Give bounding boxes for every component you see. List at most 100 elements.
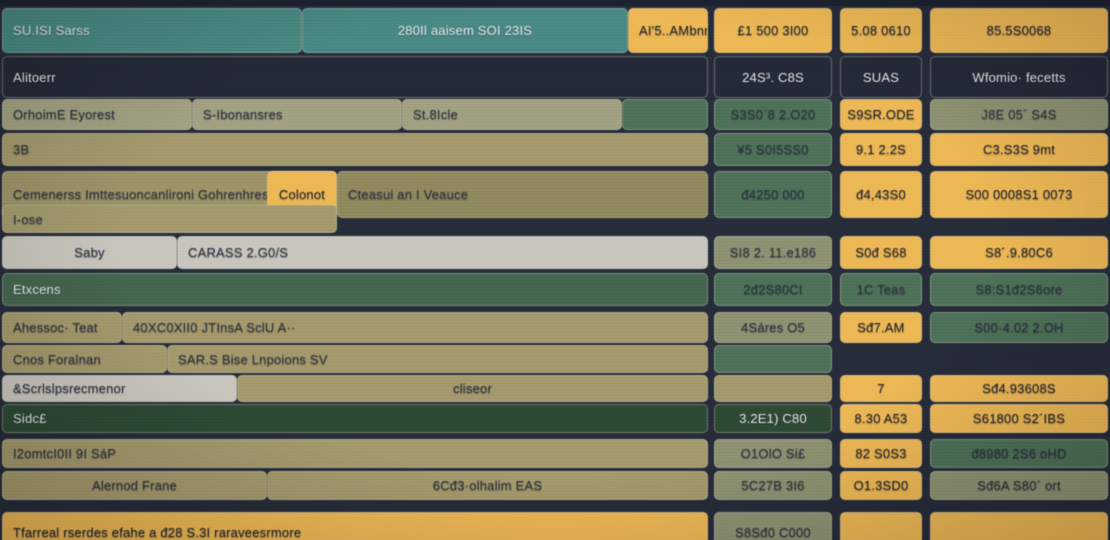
table-row[interactable]: Cnos Foralnan SAR.S Bise Lnpoions SV: [0, 345, 1110, 373]
table-cell[interactable]: S8Sđ0 C000: [714, 512, 832, 540]
table-cell[interactable]: £1 500 3I00: [714, 8, 832, 53]
table-cell[interactable]: [714, 345, 832, 373]
table-cell[interactable]: 1C Teas: [840, 273, 922, 306]
cell-label: SU.ISI Sarss: [13, 23, 90, 38]
table-row[interactable]: I2omtcI0II 9I SáP O1OlO Si£ 82 S0S3 đ8980 2…: [0, 439, 1110, 468]
cell-label: Tfarreal rserdes efahe a đ28 S.3I rarave…: [13, 524, 302, 540]
table-cell[interactable]: S-Ibonansres: [192, 99, 402, 130]
table-cell[interactable]: Tfarreal rserdes efahe a đ28 S.3I rarave…: [2, 512, 708, 540]
table-cell[interactable]: SU.ISI Sarss: [2, 8, 302, 53]
table-cell[interactable]: OrhoimE Eyorest: [2, 99, 192, 130]
cell-value: 7: [877, 381, 885, 396]
table-cell[interactable]: Sđ7.AM: [840, 312, 922, 343]
cell-value: SI8 2. 11.e186: [729, 245, 817, 260]
table-cell[interactable]: 2đ2S80CI: [714, 273, 832, 306]
table-cell[interactable]: 5С27B 3I6: [714, 471, 832, 500]
table-cell[interactable]: 6Cđ3·olhalim EAS: [267, 471, 708, 500]
table-cell[interactable]: [622, 99, 708, 130]
table-cell[interactable]: 82 S0S3: [840, 439, 922, 468]
table-row[interactable]: Ahessoc· Teat 40XC0XII0 JTInsA SclU A·· 4S…: [0, 312, 1110, 343]
table-cell[interactable]: 9.1 2.2S: [840, 133, 922, 166]
table-row[interactable]: Saby CARASS 2.G0/S SI8 2. 11.e186 S0đ S68 S8…: [0, 236, 1110, 269]
table-cell[interactable]: cliseor: [237, 375, 708, 402]
table-row[interactable]: Etxcens 2đ2S80CI 1C Teas S8:S1đ2S6ore: [0, 273, 1110, 306]
table-cell[interactable]: I-ose: [2, 205, 337, 233]
cell-label: 280Il aaisem SOI 23IS: [397, 23, 533, 38]
cell-label: AI'5..AMbnreveate: [639, 23, 707, 38]
cell-label: Etxcens: [13, 282, 61, 297]
cell-value: 4Sáres O5: [741, 320, 805, 335]
cell-value: S8:S1đ2S6ore: [975, 282, 1063, 297]
table-cell[interactable]: 3.2E1) C80: [714, 404, 832, 433]
table-row[interactable]: Sidc£ 3.2E1) C80 8.30 A53 S61800 S2´IBS: [0, 404, 1110, 433]
cell-value: 3.2E1) C80: [739, 411, 807, 426]
table-row[interactable]: I-ose: [0, 205, 1110, 233]
table-cell[interactable]: 4Sáres O5: [714, 312, 832, 343]
cell-label: Alernod Frane: [92, 478, 177, 493]
table-cell[interactable]: 280Il aaisem SOI 23IS: [302, 8, 628, 53]
table-cell[interactable]: I2omtcI0II 9I SáP: [2, 439, 708, 468]
table-cell[interactable]: Sđ6A S80´ ort: [930, 471, 1108, 500]
cell-value: 24S³. C8S: [742, 69, 804, 85]
table-cell[interactable]: S3S0ˈ8 2.O20: [714, 99, 832, 130]
table-cell[interactable]: Saby: [2, 236, 177, 269]
table-cell[interactable]: CARASS 2.G0/S: [177, 236, 708, 269]
table-cell[interactable]: S61800 S2´IBS: [930, 404, 1108, 433]
cell-value: S3S0ˈ8 2.O20: [730, 107, 816, 122]
table-cell[interactable]: Alitoerr: [2, 56, 708, 98]
table-cell[interactable]: S00·4.02 2.OH: [930, 312, 1108, 343]
table-cell[interactable]: ¥5 S0I5SS0: [714, 133, 832, 166]
table-cell[interactable]: Cnos Foralnan: [2, 345, 167, 373]
top-edge-strip: [0, 0, 1110, 6]
cell-label: Ahessoc· Teat: [13, 320, 98, 335]
cell-value: S0đ S68: [855, 245, 907, 260]
table-cell[interactable]: S9SR.ODE: [840, 99, 922, 130]
table-cell[interactable]: SI8 2. 11.e186: [714, 236, 832, 269]
table-cell[interactable]: C3.S3S 9mt: [930, 133, 1108, 166]
table-cell[interactable]: &Scrlslpsrecmenor: [2, 375, 237, 402]
table-cell[interactable]: 8.30 A53: [840, 404, 922, 433]
table-cell[interactable]: [714, 375, 832, 402]
table-cell[interactable]: S0đ S68: [840, 236, 922, 269]
table-cell[interactable]: Wfomio· fecetts: [930, 56, 1108, 98]
table-cell[interactable]: S8´.9.80C6: [930, 236, 1108, 269]
table-cell[interactable]: O1OlO Si£: [714, 439, 832, 468]
table-row[interactable]: Tfarreal rserdes efahe a đ28 S.3I rarave…: [0, 512, 1110, 540]
table-cell[interactable]: Etxcens: [2, 273, 708, 306]
table-cell[interactable]: 7: [840, 375, 922, 402]
table-cell[interactable]: 24S³. C8S: [714, 56, 832, 98]
cell-label: Colonot: [278, 187, 326, 202]
table-row[interactable]: 3B ¥5 S0I5SS0 9.1 2.2S C3.S3S 9mt: [0, 133, 1110, 166]
table-cell[interactable]: 3B: [2, 133, 708, 166]
table-cell[interactable]: AI'5..AMbnreveate: [628, 8, 708, 53]
cell-value: đ4,43S0: [856, 187, 906, 202]
table-cell[interactable]: 40XC0XII0 JTInsA SclU A··: [122, 312, 708, 343]
cell-value: 8.30 A53: [854, 411, 908, 426]
table-cell[interactable]: Ahessoc· Teat: [2, 312, 122, 343]
table-cell[interactable]: đ8980 2S6 oHD: [930, 439, 1108, 468]
cell-label: I-ose: [13, 211, 43, 227]
table-cell[interactable]: SAR.S Bise Lnpoions SV: [167, 345, 708, 373]
table-cell[interactable]: O1.3SD0: [840, 471, 922, 500]
cell-value: C3.S3S 9mt: [982, 142, 1056, 157]
table-cell[interactable]: 5.08 0610: [840, 8, 922, 53]
table-cell[interactable]: J8E 05´ S4S: [930, 99, 1108, 130]
cell-label: 40XC0XII0 JTInsA SclU A··: [133, 320, 296, 335]
table-row[interactable]: OrhoimE Eyorest S-Ibonansres St.8Icle S3S0ˈ…: [0, 99, 1110, 130]
table-cell[interactable]: Alernod Frane: [2, 471, 267, 500]
table-row[interactable]: Alitoerr 24S³. C8S SUAS Wfomio· fecetts: [0, 56, 1110, 98]
table-cell[interactable]: S8:S1đ2S6ore: [930, 273, 1108, 306]
cell-value: S61800 S2´IBS: [972, 411, 1066, 426]
cell-label: St.8Icle: [413, 107, 458, 122]
table-cell[interactable]: SUAS: [840, 56, 922, 98]
table-row[interactable]: &Scrlslpsrecmenor cliseor 7 Sđ4.93608S: [0, 375, 1110, 402]
table-cell[interactable]: [930, 512, 1108, 540]
table-cell[interactable]: [840, 512, 922, 540]
table-row[interactable]: SU.ISI Sarss 280Il aaisem SOI 23IS AI'5..A…: [0, 8, 1110, 53]
cell-value: S9SR.ODE: [847, 107, 915, 122]
table-cell[interactable]: Sidc£: [2, 404, 708, 433]
table-cell[interactable]: Sđ4.93608S: [930, 375, 1108, 402]
table-cell[interactable]: St.8Icle: [402, 99, 622, 130]
table-cell[interactable]: 85.5S0068: [930, 8, 1108, 53]
table-row[interactable]: Alernod Frane 6Cđ3·olhalim EAS 5С27B 3I6 O1…: [0, 471, 1110, 500]
